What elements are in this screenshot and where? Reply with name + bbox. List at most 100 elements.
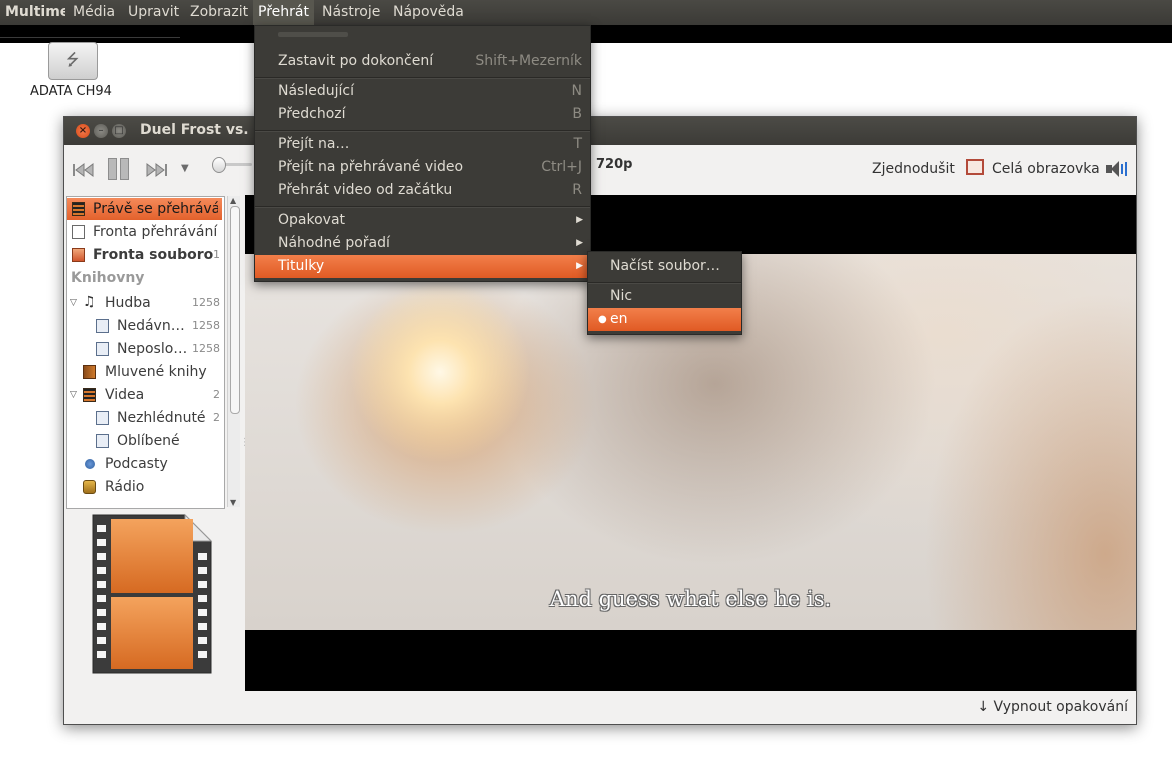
radio-selected-icon: ● bbox=[598, 314, 607, 325]
desktop-drive-icon[interactable]: ⭍ ADATA CH94 bbox=[30, 42, 120, 104]
sidebar-item-label: Nezhlédnuté bbox=[117, 410, 206, 426]
menu-item-label: Titulky bbox=[278, 258, 325, 274]
sidebar-scroll-thumb[interactable] bbox=[230, 206, 240, 414]
sidebar-item-label: Oblíbené bbox=[117, 433, 180, 449]
sidebar-item-play-queue[interactable]: Fronta přehrávání bbox=[67, 221, 222, 243]
close-window-button[interactable]: × bbox=[76, 124, 90, 138]
menu-item-shuffle[interactable]: Náhodné pořadí ▶ bbox=[255, 232, 590, 255]
menu-item-label: Předchozí bbox=[278, 106, 346, 122]
sidebar-item-count: 1258 bbox=[192, 342, 220, 355]
expander-down-icon[interactable]: ▽ bbox=[70, 292, 77, 314]
sidebar-item-recent[interactable]: Nedávn… 1258 bbox=[67, 315, 222, 337]
menu-item-shortcut: T bbox=[573, 136, 582, 152]
seek-slider[interactable] bbox=[212, 155, 252, 175]
status-bar: ↓ Vypnout opakování bbox=[64, 695, 1136, 723]
video-icon bbox=[83, 388, 96, 402]
sidebar-item-podcasts[interactable]: Podcasty bbox=[67, 453, 222, 475]
simplify-button[interactable]: Zjednodušit bbox=[872, 161, 955, 177]
menu-item-stop-after-current[interactable]: Zastavit po dokončení Shift+Mezerník bbox=[255, 50, 590, 73]
playback-menu: Zastavit po dokončení Shift+Mezerník Nás… bbox=[254, 25, 591, 282]
now-playing-icon bbox=[72, 202, 85, 216]
next-track-icon[interactable] bbox=[144, 160, 168, 180]
menu-item-label: Přejít na přehrávané video bbox=[278, 159, 464, 175]
minimize-window-button[interactable]: – bbox=[94, 124, 108, 138]
menu-playback[interactable]: Přehrát bbox=[253, 0, 314, 25]
submenu-arrow-icon: ▶ bbox=[576, 215, 583, 225]
seek-slider-knob[interactable] bbox=[212, 157, 226, 173]
top-menubar: Multimedia Média Upravit Zobrazit Přehrá… bbox=[0, 0, 1172, 25]
menu-item-jump-to-playing[interactable]: Přejít na přehrávané video Ctrl+J bbox=[255, 156, 590, 179]
audiobook-icon bbox=[83, 365, 96, 379]
window-titlebar[interactable]: × – □ Duel Frost vs. Ni bbox=[64, 117, 1136, 145]
menu-item-next[interactable]: Následující N bbox=[255, 80, 590, 103]
menu-item-label: Přehrát video od začátku bbox=[278, 182, 453, 198]
smart-playlist-icon bbox=[96, 319, 109, 333]
app-name: Multimedia bbox=[5, 4, 65, 20]
menu-item-shortcut: B bbox=[572, 106, 582, 122]
submenu-item-en[interactable]: ● en bbox=[588, 308, 741, 331]
pause-icon[interactable] bbox=[108, 158, 130, 180]
volume-icon[interactable] bbox=[1106, 161, 1128, 179]
sidebar-item-label: Nedávn… bbox=[117, 318, 185, 334]
radio-icon bbox=[83, 480, 96, 494]
sidebar-item-count: 1 bbox=[213, 248, 220, 261]
sidebar-item-count: 2 bbox=[213, 411, 220, 424]
submenu-arrow-icon: ▶ bbox=[576, 238, 583, 248]
sidebar-item-label: Podcasty bbox=[105, 456, 168, 472]
scroll-up-icon[interactable]: ▲ bbox=[230, 196, 236, 205]
player-window: × – □ Duel Frost vs. Ni ▼ 720p Zjednoduš… bbox=[63, 116, 1137, 725]
subtitle-text: And guess what else he is. bbox=[549, 587, 832, 611]
sidebar-scrollbar[interactable]: ▲ ▼ bbox=[227, 196, 240, 507]
arrow-down-icon: ↓ bbox=[977, 699, 990, 715]
menu-item-label: Následující bbox=[278, 83, 354, 99]
menu-item-seek-to[interactable]: Přejít na… T bbox=[255, 133, 590, 156]
desktop-drive-label: ADATA CH94 bbox=[30, 84, 112, 99]
menu-view[interactable]: Zobrazit bbox=[185, 0, 253, 25]
player-toolbar: ▼ 720p Zjednodušit Celá obrazovka bbox=[64, 145, 1136, 195]
repeat-mode-label: Vypnout opakování bbox=[993, 699, 1128, 715]
sidebar-item-label: Neposlo… bbox=[117, 341, 187, 357]
menu-item-label: Náhodné pořadí bbox=[278, 235, 390, 251]
submenu-item-label: en bbox=[610, 311, 628, 327]
sidebar-item-label: Videa bbox=[105, 387, 145, 403]
subtitles-submenu: Načíst soubor… Nic ● en bbox=[587, 251, 742, 335]
sidebar-item-label: Právě se přehrává bbox=[93, 201, 218, 217]
sidebar-item-audiobooks[interactable]: Mluvené knihy bbox=[67, 361, 222, 383]
library-sidebar: Právě se přehrává Fronta přehrávání Fron… bbox=[66, 196, 225, 509]
submenu-item-load-file[interactable]: Načíst soubor… bbox=[588, 255, 741, 278]
sidebar-item-unheard[interactable]: Neposlo… 1258 bbox=[67, 338, 222, 360]
menu-tools[interactable]: Nástroje bbox=[317, 0, 385, 25]
sidebar-item-label: Hudba bbox=[105, 295, 151, 311]
menu-item-repeat[interactable]: Opakovat ▶ bbox=[255, 209, 590, 232]
menu-item-restart-video[interactable]: Přehrát video od začátku R bbox=[255, 179, 590, 202]
menu-item-shortcut: R bbox=[572, 182, 582, 198]
folder-icon bbox=[72, 248, 85, 262]
sidebar-item-label: Mluvené knihy bbox=[105, 364, 207, 380]
maximize-window-button[interactable]: □ bbox=[112, 124, 126, 138]
menu-item-subtitles[interactable]: Titulky ▶ bbox=[255, 255, 590, 278]
sidebar-item-favorites[interactable]: Oblíbené bbox=[67, 430, 222, 452]
next-dropdown-chevron-icon[interactable]: ▼ bbox=[181, 163, 189, 174]
window-title: Duel Frost vs. Ni bbox=[140, 122, 271, 138]
sidebar-item-videos[interactable]: ▽ Videa 2 bbox=[67, 384, 222, 406]
expander-down-icon[interactable]: ▽ bbox=[70, 384, 77, 406]
sidebar-item-label: Rádio bbox=[105, 479, 145, 495]
submenu-item-label: Načíst soubor… bbox=[610, 258, 720, 274]
sidebar-item-unwatched[interactable]: Nezhlédnuté 2 bbox=[67, 407, 222, 429]
smart-playlist-icon bbox=[96, 434, 109, 448]
menu-help[interactable]: Nápověda bbox=[388, 0, 469, 25]
submenu-item-none[interactable]: Nic bbox=[588, 285, 741, 308]
scroll-down-icon[interactable]: ▼ bbox=[230, 498, 236, 507]
sidebar-item-now-playing[interactable]: Právě se přehrává bbox=[67, 198, 222, 220]
repeat-mode-button[interactable]: ↓ Vypnout opakování bbox=[977, 699, 1128, 715]
menu-item-label: Opakovat bbox=[278, 212, 346, 228]
sidebar-item-music[interactable]: ▽ ♫ Hudba 1258 bbox=[67, 292, 222, 314]
menu-item-previous[interactable]: Předchozí B bbox=[255, 103, 590, 126]
menu-hidden-item-fragment bbox=[278, 32, 348, 37]
menu-media[interactable]: Média bbox=[68, 0, 120, 25]
previous-track-icon[interactable] bbox=[72, 160, 96, 180]
menu-edit[interactable]: Upravit bbox=[123, 0, 184, 25]
sidebar-item-file-queue[interactable]: Fronta souboro… 1 bbox=[67, 244, 222, 266]
sidebar-item-radio[interactable]: Rádio bbox=[67, 476, 222, 498]
smart-playlist-icon bbox=[96, 342, 109, 356]
